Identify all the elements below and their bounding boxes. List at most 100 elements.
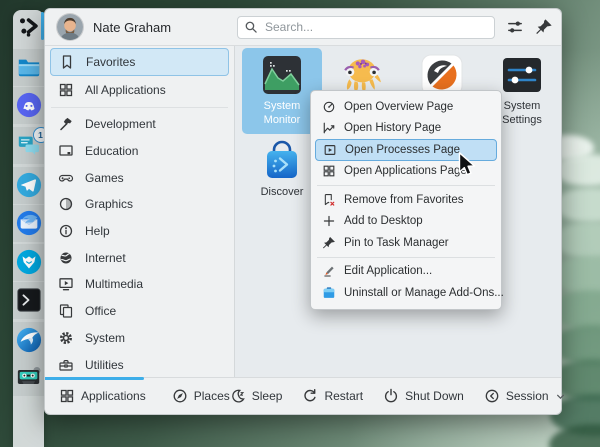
panel-app-thunderbird[interactable] <box>13 205 44 242</box>
footer-action-shut-down[interactable]: Shut Down <box>383 388 464 404</box>
system-monitor-icon <box>261 54 303 96</box>
bookmark-icon <box>59 54 75 70</box>
multimedia-icon <box>58 276 74 292</box>
menu-item-open-overview-page[interactable]: Open Overview Page <box>315 96 497 118</box>
footer-action-sleep[interactable]: Sleep <box>230 388 283 404</box>
info-icon <box>58 223 74 239</box>
footer-tab-places[interactable]: Places <box>172 388 230 404</box>
sidebar-item-all-applications[interactable]: All Applications <box>50 76 229 104</box>
konsole-icon <box>16 287 42 313</box>
panel-app-konsole[interactable] <box>13 282 44 319</box>
footer-action-label: Session <box>506 389 549 403</box>
footer-action-label: Sleep <box>252 389 283 403</box>
sidebar-category-internet[interactable]: Internet <box>50 244 229 271</box>
sidebar-category-help[interactable]: Help <box>50 218 229 245</box>
menu-item-open-applications-page[interactable]: Open Applications Page <box>315 161 497 183</box>
history-chart-icon <box>322 121 336 135</box>
grid-icon <box>58 82 74 98</box>
sidebar-category-games[interactable]: Games <box>50 164 229 191</box>
search-box[interactable] <box>237 16 495 39</box>
panel-app-cassette-player[interactable] <box>13 359 44 396</box>
user-avatar <box>57 14 83 40</box>
menu-item-pin-to-task-manager[interactable]: Pin to Task Manager <box>315 232 497 254</box>
configure-button[interactable] <box>506 18 524 36</box>
menu-item-remove-from-favorites[interactable]: Remove from Favorites <box>315 189 497 211</box>
panel-app-app-launcher[interactable] <box>13 8 44 45</box>
desktop: 1 Nate Graham Favorites All Applications D… <box>0 0 600 447</box>
menu-item-edit-application[interactable]: Edit Application... <box>315 261 497 283</box>
menu-item-open-history-page[interactable]: Open History Page <box>315 118 497 140</box>
sidebar-item-favorites[interactable]: Favorites <box>50 48 229 76</box>
app-label: System Settings <box>502 99 542 128</box>
edit-pen-icon <box>322 264 336 278</box>
pin-icon <box>322 236 336 250</box>
search-icon <box>244 20 258 34</box>
sidebar-item-label: All Applications <box>85 83 166 97</box>
context-menu: Open Overview Page Open History Page Open … <box>310 90 502 310</box>
gamepad-icon <box>58 170 74 186</box>
sidebar-category-label: Internet <box>85 251 126 265</box>
cassette-icon <box>16 364 42 390</box>
search-input[interactable] <box>263 19 488 35</box>
menu-item-label: Uninstall or Manage Add-Ons... <box>344 287 504 299</box>
sidebar-category-label: Development <box>85 117 156 131</box>
toolbox-icon <box>58 357 74 373</box>
taskbar-panel: 1 <box>13 10 44 447</box>
sidebar-category-system[interactable]: System <box>50 325 229 352</box>
sidebar-category-label: Help <box>85 224 110 238</box>
sidebar-category-multimedia[interactable]: Multimedia <box>50 271 229 298</box>
office-icon <box>58 303 74 319</box>
footer-action-restart[interactable]: Restart <box>302 388 363 404</box>
sidebar-category-label: Multimedia <box>85 277 143 291</box>
grid-icon <box>322 164 336 178</box>
session-icon <box>484 388 500 404</box>
menu-item-open-processes-page[interactable]: Open Processes Page <box>315 139 497 161</box>
menu-item-label: Add to Desktop <box>344 215 423 227</box>
chat-bubbles-icon: 1 <box>16 132 42 158</box>
gauge-icon <box>322 100 336 114</box>
footer-tab-applications[interactable]: Applications <box>59 388 146 404</box>
menu-item-label: Open Applications Page <box>344 165 467 177</box>
panel-app-chat[interactable]: 1 <box>13 127 44 164</box>
processes-icon <box>323 143 337 157</box>
sidebar-category-label: Office <box>85 304 116 318</box>
menu-item-uninstall-or-manage-add-ons[interactable]: Uninstall or Manage Add-Ons... <box>315 282 497 304</box>
panel-app-telegram[interactable] <box>13 167 44 204</box>
compass-icon <box>172 388 188 404</box>
sidebar-category-education[interactable]: Education <box>50 138 229 165</box>
panel-app-discord[interactable] <box>13 87 44 124</box>
falkon-icon <box>16 327 42 353</box>
thunderbird-icon <box>16 210 42 236</box>
sidebar-category-development[interactable]: Development <box>50 111 229 138</box>
app-label: Discover <box>261 185 304 199</box>
footer-action-session[interactable]: Session <box>484 388 567 404</box>
app-label: System Monitor <box>264 99 301 128</box>
launcher-footer: Applications Places Sleep Restart Shut Down… <box>45 377 561 414</box>
user-name: Nate Graham <box>93 20 171 35</box>
panel-app-falkon[interactable] <box>13 322 44 359</box>
sidebar-category-office[interactable]: Office <box>50 298 229 325</box>
pin-window-button[interactable] <box>535 18 553 36</box>
plus-icon <box>322 214 336 228</box>
sidebar-category-label: Utilities <box>85 358 124 372</box>
panel-app-dolphin[interactable] <box>13 49 44 86</box>
menu-item-add-to-desktop[interactable]: Add to Desktop <box>315 211 497 233</box>
active-tab-indicator <box>45 377 144 380</box>
grid-icon <box>59 388 75 404</box>
footer-action-label: Shut Down <box>405 389 464 403</box>
menu-item-label: Pin to Task Manager <box>344 237 449 249</box>
telegram-icon <box>16 172 42 198</box>
sidebar-category-label: Education <box>85 144 138 158</box>
gear-icon <box>58 330 74 346</box>
sidebar-category-graphics[interactable]: Graphics <box>50 191 229 218</box>
menu-item-label: Open Processes Page <box>345 144 460 156</box>
discord-icon <box>16 92 42 118</box>
menu-item-label: Open Overview Page <box>344 101 453 113</box>
bookmark-remove-icon <box>322 193 336 207</box>
launcher-header: Nate Graham <box>45 9 561 46</box>
sidebar-separator <box>51 107 228 108</box>
sidebar-category-label: Graphics <box>85 197 133 211</box>
sidebar-category-label: System <box>85 331 125 345</box>
panel-app-librewolf[interactable] <box>13 244 44 281</box>
sidebar-category-utilities[interactable]: Utilities <box>50 351 229 378</box>
